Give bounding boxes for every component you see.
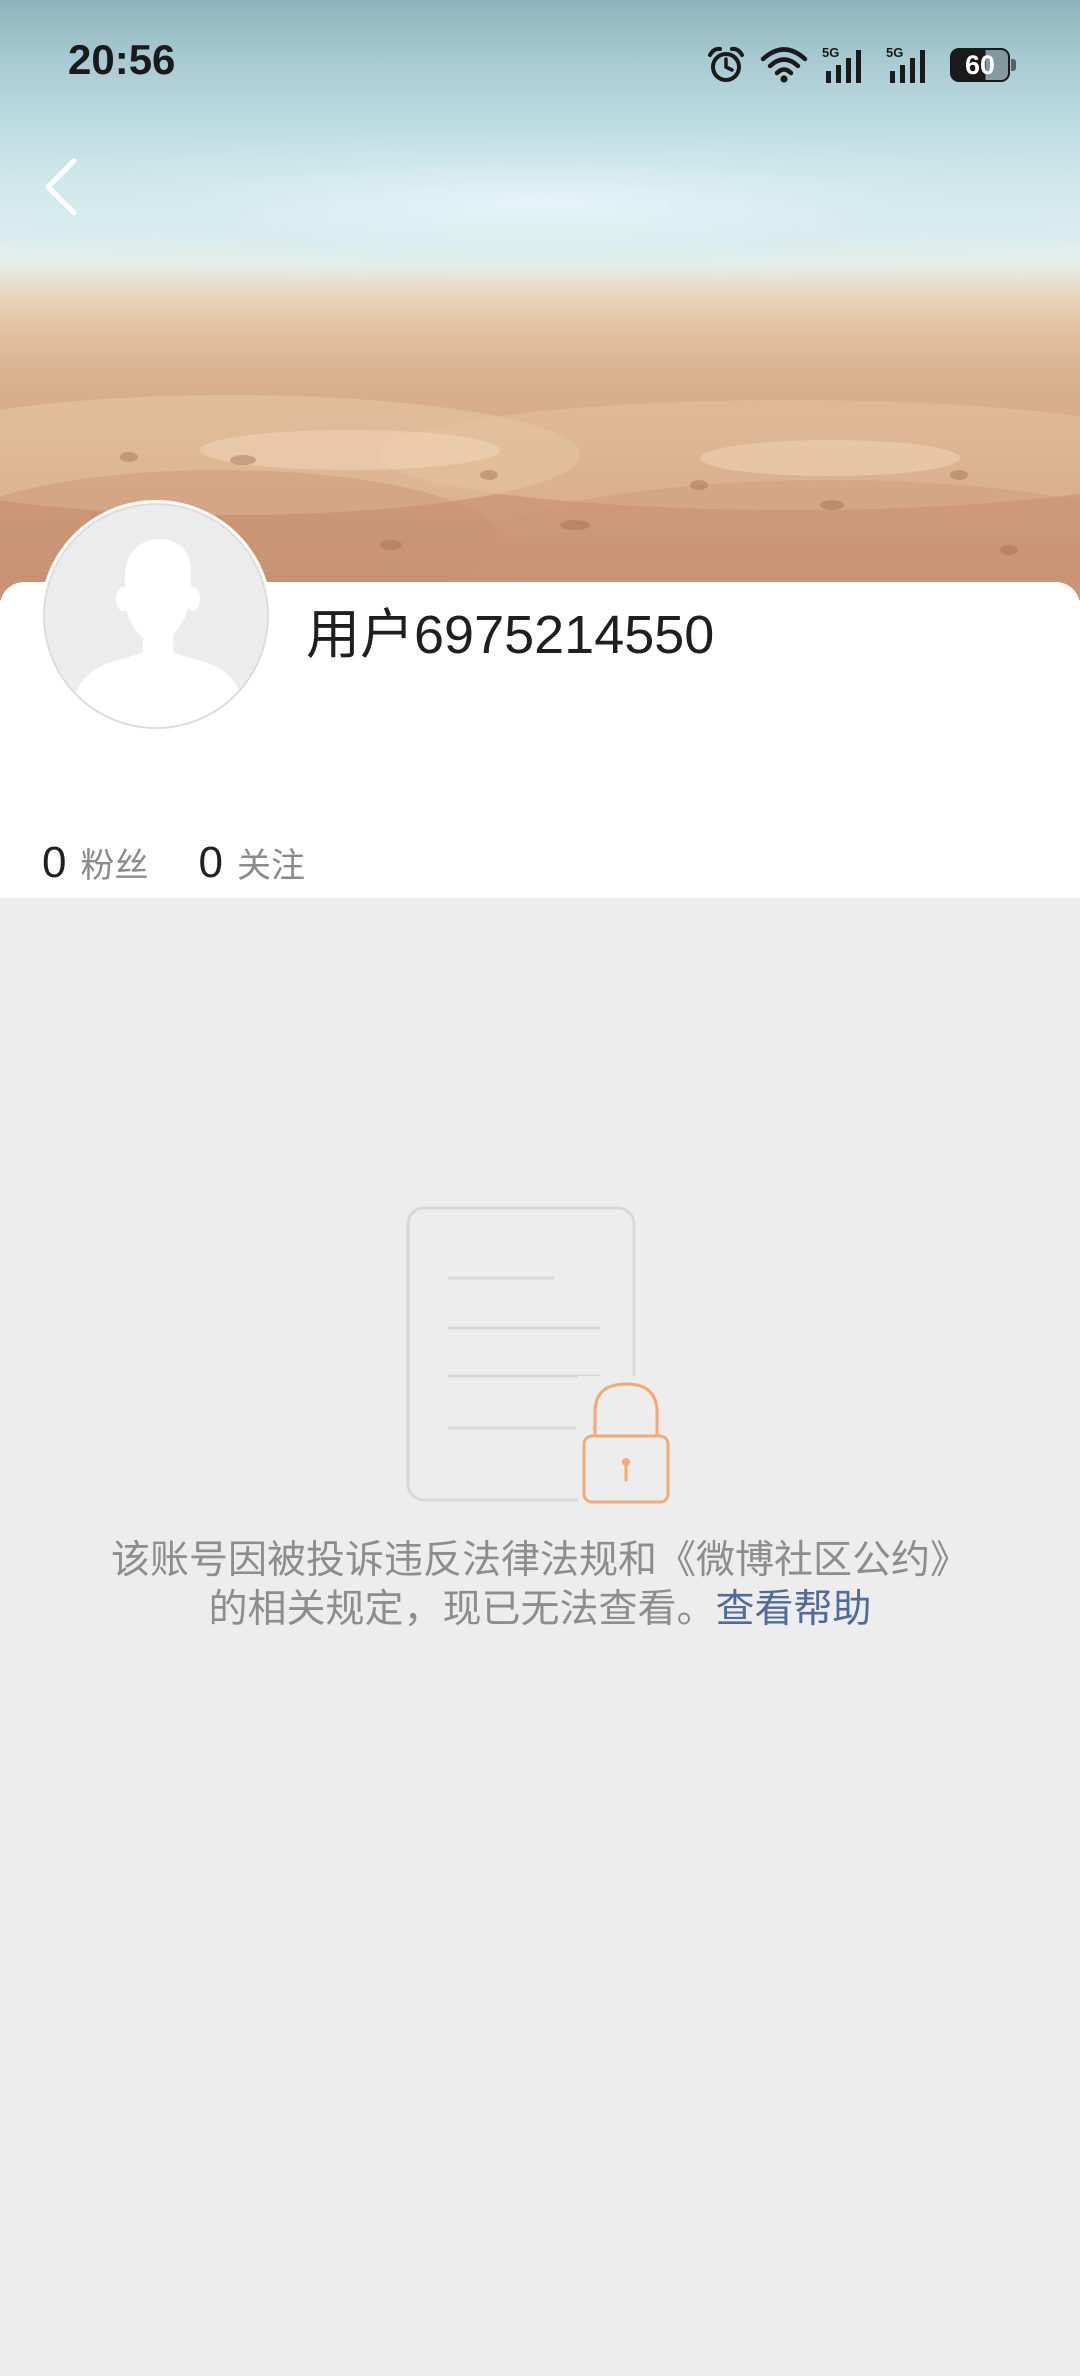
battery-icon: 60 — [950, 48, 1016, 82]
signal-5g-icon: 5G — [886, 45, 936, 85]
profile-page: 20:56 5G 5G 60 用户6975214550 0 粉丝 0 关注 该账… — [0, 0, 1080, 2376]
locked-document-icon — [400, 1200, 682, 1510]
username: 用户6975214550 — [306, 605, 715, 665]
chevron-left-icon — [45, 158, 77, 216]
alarm-icon — [706, 45, 746, 85]
svg-text:5G: 5G — [886, 45, 903, 60]
banner-water — [0, 130, 1080, 280]
profile-stats: 0 粉丝 0 关注 — [42, 838, 355, 888]
following-stat[interactable]: 0 关注 — [198, 838, 304, 888]
followers-stat[interactable]: 0 粉丝 — [42, 838, 148, 888]
battery-level: 60 — [964, 50, 996, 80]
help-link[interactable]: 查看帮助 — [716, 1587, 872, 1632]
svg-text:5G: 5G — [822, 45, 839, 60]
wifi-icon — [760, 46, 808, 84]
blocked-notice: 该账号因被投诉违反法律法规和《微博社区公约》的相关规定，现已无法查看。查看帮助 — [110, 1536, 970, 1634]
back-button[interactable] — [30, 150, 94, 224]
status-icons: 5G 5G 60 — [706, 42, 1016, 88]
status-bar: 20:56 5G 5G 60 — [0, 0, 1080, 130]
status-time: 20:56 — [68, 36, 176, 83]
followers-count: 0 — [42, 838, 67, 887]
followers-label: 粉丝 — [80, 846, 149, 886]
signal-5g-icon: 5G — [822, 45, 872, 85]
avatar[interactable] — [40, 500, 272, 732]
following-count: 0 — [198, 838, 223, 887]
following-label: 关注 — [236, 846, 305, 886]
default-avatar-icon — [43, 503, 269, 729]
